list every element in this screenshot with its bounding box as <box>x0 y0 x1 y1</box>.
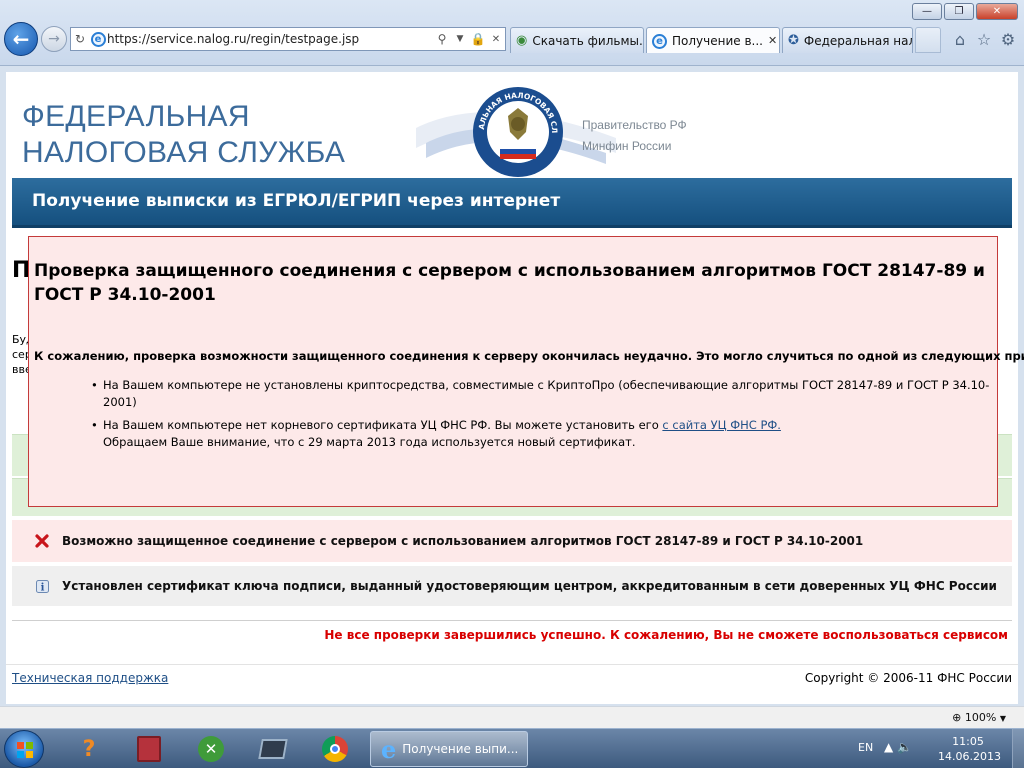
gov-link-government[interactable]: Правительство РФ <box>582 115 687 136</box>
reason-note: Обращаем Ваше внимание, что с 29 марта 2… <box>103 435 636 449</box>
windows-logo-icon <box>17 742 33 758</box>
stop-icon[interactable]: ✕ <box>487 34 505 45</box>
check-row-info: i Установлен сертификат ключа подписи, в… <box>12 566 1012 606</box>
clock-time: 11:05 <box>952 735 984 748</box>
svg-text:i: i <box>40 582 44 593</box>
restore-button[interactable]: ❐ <box>944 3 974 20</box>
clock[interactable]: 11:05 14.06.2013 <box>938 734 1001 764</box>
gear-icon[interactable]: ⚙ <box>998 30 1018 50</box>
certificate-link[interactable]: с сайта УЦ ФНС РФ. <box>662 418 781 432</box>
dialog-title: Проверка защищенного соединения с сервер… <box>34 261 985 305</box>
taskbar-app-network[interactable] <box>248 732 298 766</box>
gov-link-minfin[interactable]: Минфин России <box>582 136 687 157</box>
network-computer-icon <box>258 739 288 759</box>
check-error-text: Возможно защищенное соединение с серверо… <box>62 534 864 548</box>
tray-arrow-icon[interactable]: ▲ <box>884 740 897 754</box>
check-row-error: Возможно защищенное соединение с серверо… <box>12 520 1012 562</box>
taskbar-app-chrome[interactable] <box>310 732 360 766</box>
home-icon[interactable]: ⌂ <box>950 30 970 50</box>
help-icon: ? <box>82 736 96 762</box>
divider <box>12 620 1012 621</box>
minimize-button[interactable]: — <box>912 3 942 20</box>
banner-title: Получение выписки из ЕГРЮЛ/ЕГРИП через и… <box>32 191 561 211</box>
reason-text: На Вашем компьютере не установлены крипт… <box>103 378 990 409</box>
service-banner: Получение выписки из ЕГРЮЛ/ЕГРИП через и… <box>12 178 1012 228</box>
forward-button[interactable]: → <box>41 26 67 52</box>
reason-item: На Вашем компьютере нет корневого сертиф… <box>91 417 997 451</box>
info-icon: i <box>34 579 50 593</box>
browser-status-bar: ⊕ 100% ▼ <box>0 706 1024 728</box>
new-tab-button[interactable] <box>915 27 941 53</box>
back-button[interactable]: ← <box>4 22 38 56</box>
globe-icon: ◉ <box>516 33 528 48</box>
ie-icon: e <box>652 33 667 49</box>
reason-text: На Вашем компьютере нет корневого сертиф… <box>103 418 659 432</box>
tab-fns[interactable]: ✪ Федеральная нал... <box>782 27 913 53</box>
lock-icon[interactable]: 🔒 <box>469 32 487 46</box>
taskbar-app-save[interactable] <box>124 732 174 766</box>
taskbar-app-help[interactable]: ? <box>64 732 114 766</box>
arrow-left-icon: ← <box>12 27 30 51</box>
dropdown-icon[interactable]: ▼ <box>451 34 469 44</box>
logo-line-2: НАЛОГОВАЯ СЛУЖБА <box>22 136 346 169</box>
tab-label: Получение в... <box>672 33 763 48</box>
ie-site-icon: e <box>89 31 107 47</box>
arrow-right-icon: → <box>48 31 60 47</box>
start-button[interactable] <box>4 730 44 768</box>
support-link[interactable]: Техническая поддержка <box>12 671 168 685</box>
system-tray: ▲🔈 <box>884 740 916 754</box>
show-desktop-button[interactable] <box>1012 729 1024 768</box>
footer-divider <box>6 664 1018 665</box>
chrome-icon <box>322 736 348 762</box>
search-icon[interactable]: ⚲ <box>433 32 451 46</box>
browser-chrome: — ❐ ✕ ← → ↻ e https://service.nalog.ru/r… <box>0 0 1024 66</box>
zoom-icon: ⊕ <box>952 711 962 724</box>
fns-emblem-icon: ✪ <box>788 33 799 48</box>
window-controls: — ❐ ✕ <box>912 3 1018 20</box>
windows-taskbar: ? ✕ e Получение выпи... EN ▲🔈 11:05 14.0… <box>0 728 1024 768</box>
fns-emblem: ФЕДЕРАЛЬНАЯ НАЛОГОВАЯ СЛУЖБА <box>472 86 563 177</box>
clock-date: 14.06.2013 <box>938 750 1001 763</box>
site-logo-title[interactable]: ФЕДЕРАЛЬНАЯ НАЛОГОВАЯ СЛУЖБА <box>22 99 345 171</box>
copyright-text: Copyright © 2006-11 ФНС России <box>804 671 1012 685</box>
reason-item: На Вашем компьютере не установлены крипт… <box>91 377 997 411</box>
taskbar-window-label: Получение выпи... <box>402 742 519 756</box>
red-x-icon <box>34 534 50 548</box>
zoom-control[interactable]: ⊕ 100% ▼ <box>952 711 1006 724</box>
refresh-icon[interactable]: ↻ <box>71 32 89 46</box>
close-tab-icon[interactable]: ✕ <box>768 34 777 47</box>
volume-icon[interactable]: 🔈 <box>897 740 916 754</box>
tab-current[interactable]: e Получение в... ✕ <box>646 27 780 53</box>
url-text[interactable]: https://service.nalog.ru/regin/testpage.… <box>107 32 433 46</box>
reason-list: На Вашем компьютере не установлены крипт… <box>91 377 997 457</box>
address-bar[interactable]: ↻ e https://service.nalog.ru/regin/testp… <box>70 27 506 51</box>
taskbar-app-xbox[interactable]: ✕ <box>186 732 236 766</box>
dialog-intro: К сожалению, проверка возможности защище… <box>34 349 1024 363</box>
logo-line-1: ФЕДЕРАЛЬНАЯ <box>22 100 250 133</box>
taskbar-active-window[interactable]: e Получение выпи... <box>370 731 528 767</box>
ie-icon: e <box>381 734 397 764</box>
tab-label: Федеральная нал... <box>803 33 912 48</box>
xbox-icon: ✕ <box>198 736 224 762</box>
close-window-button[interactable]: ✕ <box>976 3 1018 20</box>
final-status-message: Не все проверки завершились успешно. К с… <box>324 628 1008 642</box>
zoom-level: 100% <box>964 711 997 724</box>
tab-label: Скачать фильмы... <box>532 33 644 48</box>
tab-films[interactable]: ◉ Скачать фильмы... <box>510 27 644 53</box>
connection-error-dialog: Проверка защищенного соединения с сервер… <box>28 236 1024 507</box>
chevron-down-icon: ▼ <box>999 714 1006 723</box>
language-indicator[interactable]: EN <box>858 741 873 754</box>
gov-links: Правительство РФ Минфин России <box>582 115 687 157</box>
floppy-disk-icon <box>137 736 161 762</box>
favorites-star-icon[interactable]: ☆ <box>974 30 994 50</box>
check-info-text: Установлен сертификат ключа подписи, выд… <box>62 579 997 593</box>
